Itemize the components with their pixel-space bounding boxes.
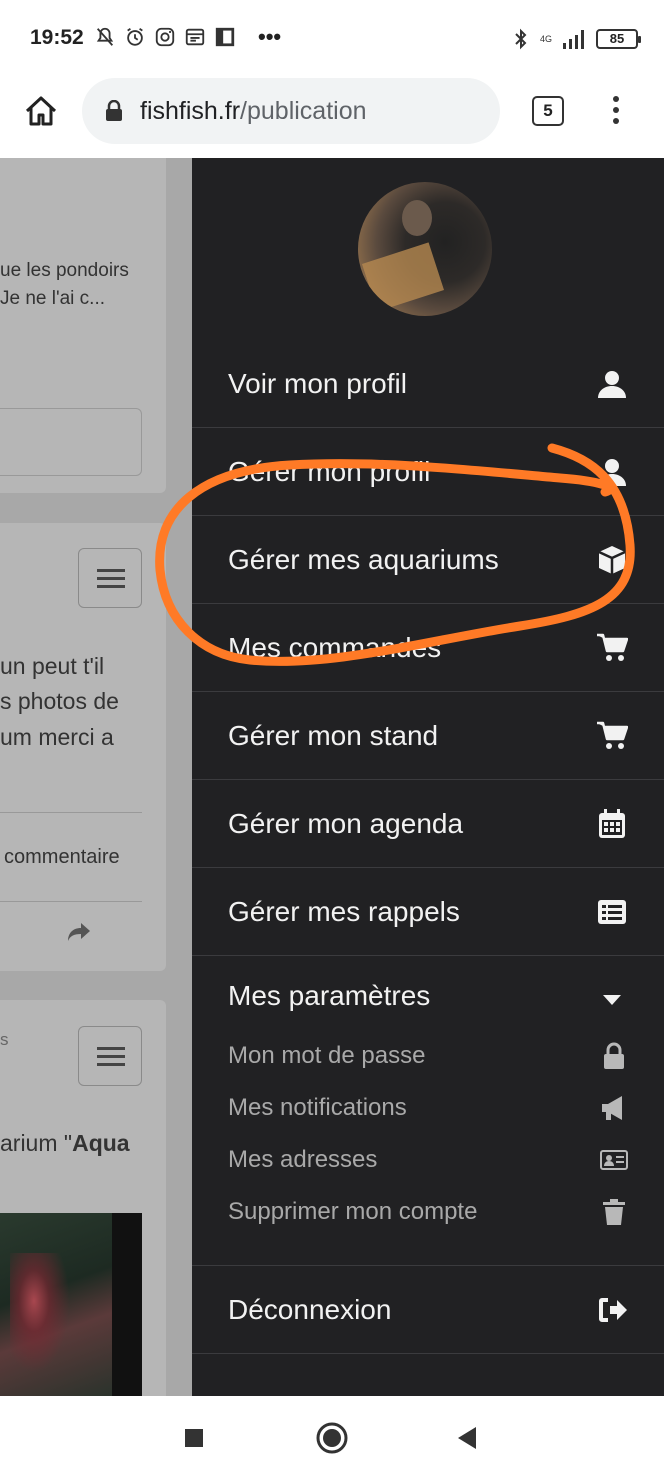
status-bar: 19:52 ••• 4G 85 (0, 0, 664, 78)
menu-item-gerer-aquariums[interactable]: Gérer mes aquariums (192, 516, 664, 604)
menu-item-label: Déconnexion (228, 1293, 392, 1325)
address-bar[interactable]: fishfish.fr/publication (82, 78, 500, 144)
post-options-button (78, 1026, 142, 1086)
sign-out-icon (599, 1297, 627, 1322)
more-notifications-indicator: ••• (258, 24, 282, 49)
settings-toggle[interactable]: Mes paramètres (228, 980, 430, 1012)
home-icon[interactable] (22, 92, 60, 130)
browser-toolbar: fishfish.fr/publication 5 (0, 78, 664, 158)
settings-item-supprimer-compte[interactable]: Supprimer mon compte (192, 1186, 664, 1238)
settings-section: Mes paramètres Mon mot de passe Mes noti… (192, 958, 664, 1266)
status-notification-icons: ••• (94, 26, 281, 48)
menu-item-gerer-rappels[interactable]: Gérer mes rappels (192, 868, 664, 956)
background-page: ue les pondoirs Je ne l'ai c... un peut … (0, 158, 192, 1396)
post-meta: s (0, 1030, 9, 1049)
app-notification-icon (215, 27, 235, 47)
recents-icon[interactable] (174, 1418, 214, 1458)
list-icon (598, 899, 626, 924)
system-nav-bar (0, 1396, 664, 1476)
menu-item-label: Gérer mon profil (228, 455, 431, 487)
menu-item-label: Gérer mon agenda (228, 807, 464, 839)
address-card-icon (600, 1150, 628, 1170)
menu-item-gerer-stand[interactable]: Gérer mon stand (192, 692, 664, 780)
browser-menu-button[interactable] (610, 96, 622, 128)
bell-off-icon (96, 27, 114, 46)
menu-item-mes-commandes[interactable]: Mes commandes (192, 604, 664, 692)
back-icon[interactable] (448, 1418, 488, 1458)
menu-item-gerer-agenda[interactable]: Gérer mon agenda (192, 780, 664, 868)
lock-icon (106, 100, 122, 121)
battery-indicator: 85 (596, 29, 641, 49)
network-type: 4G (539, 33, 552, 44)
settings-item-label: Mes adresses (228, 1146, 378, 1173)
settings-item-adresses[interactable]: Mes adresses (192, 1134, 664, 1186)
divider (0, 901, 142, 902)
home-nav-icon[interactable] (312, 1418, 352, 1458)
post-text: um merci a (0, 724, 114, 750)
bluetooth-icon (515, 28, 527, 50)
menu-item-label: Gérer mes rappels (228, 895, 460, 927)
calendar-notification-icon (185, 28, 205, 46)
share-icon (68, 923, 90, 941)
menu-item-gerer-profil[interactable]: Gérer mon profil (192, 428, 664, 516)
settings-item-notifications[interactable]: Mes notifications (192, 1082, 664, 1134)
side-drawer: Voir mon profil Gérer mon profil Gérer m… (192, 158, 664, 1396)
avatar[interactable] (358, 182, 492, 316)
tab-switcher-button[interactable]: 5 (532, 96, 564, 126)
menu-item-label: Gérer mon stand (228, 719, 439, 751)
aquarium-photo (0, 1213, 142, 1396)
url-path: /publication (240, 96, 367, 125)
settings-item-label: Mes notifications (228, 1094, 407, 1121)
settings-item-label: Supprimer mon compte (228, 1198, 478, 1225)
settings-item-label: Mon mot de passe (228, 1042, 426, 1069)
cart-icon (597, 633, 628, 661)
comment-link: commentaire (4, 846, 120, 868)
calendar-icon (599, 808, 625, 838)
caret-down-icon[interactable] (602, 994, 622, 1006)
post-title: arium "Aqua (0, 1130, 130, 1156)
post-options-button (78, 548, 142, 608)
post-text: s photos de (0, 688, 119, 714)
comment-input (0, 408, 142, 476)
megaphone-icon (602, 1096, 622, 1120)
signal-icon (563, 30, 584, 49)
cart-icon (597, 721, 628, 749)
divider (0, 812, 142, 813)
post-text: un peut t'il (0, 653, 105, 679)
user-icon (598, 458, 626, 486)
menu-item-deconnexion[interactable]: Déconnexion (192, 1266, 664, 1354)
post-snippet: ue les pondoirs (0, 260, 129, 281)
alarm-icon (127, 27, 143, 46)
settings-item-mot-de-passe[interactable]: Mon mot de passe (192, 1030, 664, 1082)
menu-item-label: Mes commandes (228, 631, 442, 663)
menu-item-voir-profil[interactable]: Voir mon profil (192, 340, 664, 428)
url-domain: fishfish.fr (140, 96, 241, 125)
menu-item-label: Gérer mes aquariums (228, 543, 499, 575)
screen: 19:52 ••• 4G 85 fishfish.fr/publication … (0, 0, 664, 1476)
trash-icon (603, 1199, 625, 1225)
post-snippet: Je ne l'ai c... (0, 288, 106, 309)
menu-item-label: Voir mon profil (228, 367, 407, 399)
cube-icon (598, 545, 626, 574)
instagram-icon (155, 27, 175, 47)
user-icon (598, 370, 626, 398)
status-time: 19:52 (30, 26, 84, 49)
lock-icon (604, 1042, 624, 1069)
status-system-icons: 4G 85 (512, 27, 641, 51)
